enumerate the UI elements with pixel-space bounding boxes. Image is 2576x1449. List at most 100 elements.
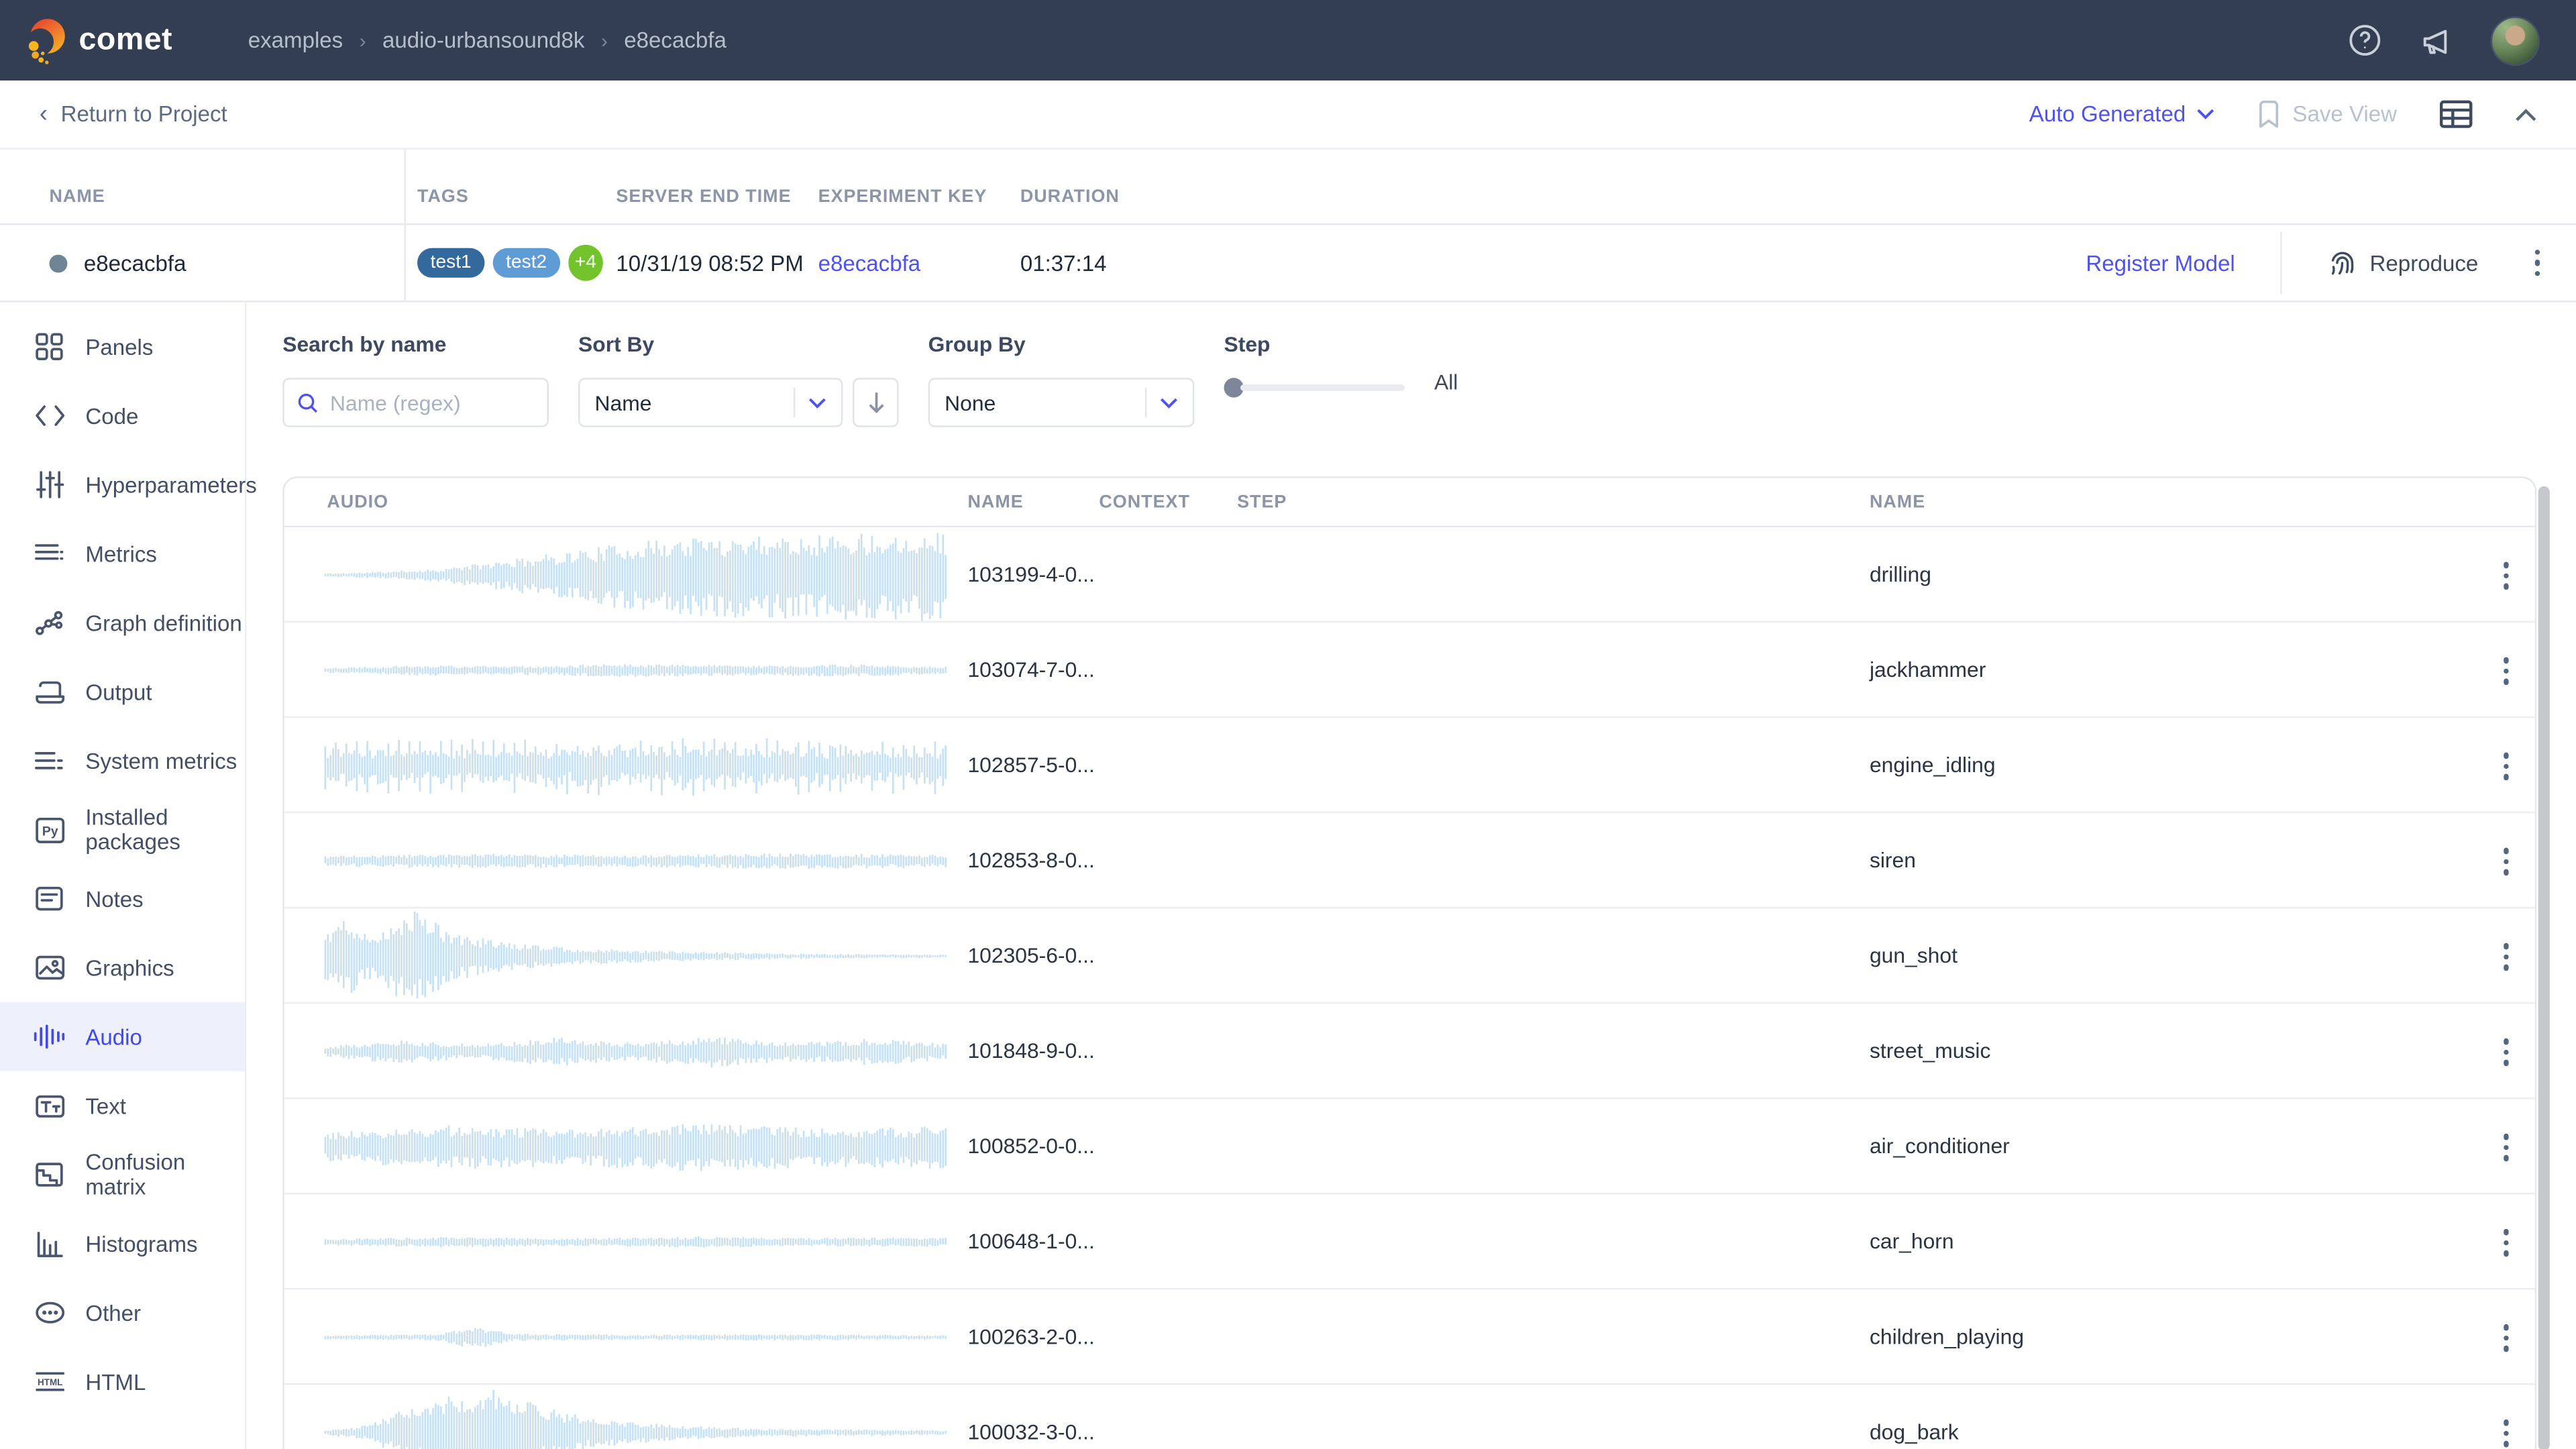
bookmark-icon (2258, 100, 2281, 128)
hyperparameters-icon (33, 468, 66, 501)
sidebar-item-hyperparameters[interactable]: Hyperparameters (0, 450, 245, 519)
chevron-up-icon[interactable] (2515, 107, 2536, 121)
sidebar-item-metrics[interactable]: Metrics (0, 519, 245, 588)
content-area: PanelsCodeHyperparametersMetricsGraph de… (0, 303, 2576, 1449)
breadcrumb-workspace[interactable]: examples (248, 28, 343, 53)
divider (1145, 388, 1146, 417)
fingerprint-icon (2328, 249, 2357, 277)
sidebar-item-code[interactable]: Code (0, 381, 245, 450)
sidebar-item-label: Installed packages (85, 805, 245, 854)
toolbar-right-actions: Auto Generated Save View (2029, 100, 2536, 128)
group-by-label: Group By (928, 332, 1195, 357)
audio-waveform[interactable] (323, 1387, 948, 1449)
sidebar-item-audio[interactable]: Audio (0, 1002, 245, 1071)
row-menu-button[interactable] (2496, 1127, 2515, 1167)
audio-controls: Search by name Sort By Name (282, 332, 1458, 427)
sidebar-item-html[interactable]: HTMLHTML (0, 1347, 245, 1416)
sort-by-select[interactable]: Name (578, 378, 843, 427)
audio-waveform[interactable] (323, 625, 948, 716)
return-to-project-label: Return to Project (61, 102, 227, 127)
user-avatar[interactable] (2491, 15, 2540, 64)
audio-waveform[interactable] (323, 815, 948, 907)
row-menu-button[interactable] (2496, 841, 2515, 881)
row-menu-button[interactable] (2496, 1413, 2515, 1449)
breadcrumb-experiment[interactable]: e8ecacbfa (624, 28, 727, 53)
audio-waveform[interactable] (323, 1196, 948, 1288)
experiment-key-link[interactable]: e8ecacbfa (818, 250, 921, 275)
sidebar-item-graph-definition[interactable]: Graph definition (0, 588, 245, 657)
row-menu-button[interactable] (2496, 555, 2515, 596)
sidebar-item-graphics[interactable]: Graphics (0, 933, 245, 1002)
audio-waveform[interactable] (323, 910, 948, 1002)
comet-logo[interactable]: comet (23, 15, 172, 64)
sidebar-item-label: Graphics (85, 955, 174, 980)
audio-file-name: 101848-9-0... (967, 1038, 1094, 1063)
audio-waveform[interactable] (323, 529, 948, 621)
save-view-button[interactable]: Save View (2258, 100, 2397, 128)
announcements-icon[interactable] (2418, 22, 2455, 58)
vertical-scrollbar[interactable] (2538, 486, 2550, 1449)
chevron-down-icon (1160, 396, 1178, 408)
reproduce-label: Reproduce (2370, 250, 2479, 275)
return-to-project-button[interactable]: ‹ Return to Project (40, 100, 227, 128)
step-slider[interactable] (1224, 378, 1404, 397)
row-menu-button[interactable] (2496, 1318, 2515, 1358)
row-menu-button[interactable] (2496, 936, 2515, 977)
sidebar-item-label: Text (85, 1093, 126, 1118)
audio-waveform[interactable] (323, 1101, 948, 1193)
breadcrumb-separator-icon: › (360, 29, 366, 52)
audio-row: 102853-8-0...siren (284, 813, 2535, 908)
sidebar-item-installed-packages[interactable]: PyInstalled packages (0, 795, 245, 864)
experiment-menu-button[interactable] (2528, 243, 2546, 283)
audio-tab-panel: Search by name Sort By Name (246, 303, 2576, 1449)
tag-pill[interactable]: test2 (493, 248, 560, 278)
step-label: Step (1224, 332, 1404, 357)
audio-waveform[interactable] (323, 1006, 948, 1097)
sidebar-item-notes[interactable]: Notes (0, 864, 245, 933)
arrow-down-icon (867, 391, 885, 414)
audio-waveform[interactable] (323, 1291, 948, 1383)
tag-pill[interactable]: test1 (417, 248, 484, 278)
sort-direction-button[interactable] (853, 378, 899, 427)
audio-file-name: 103074-7-0... (967, 657, 1094, 682)
svg-text:HTML: HTML (37, 1377, 62, 1387)
sidebar-item-system-metrics[interactable]: System metrics (0, 726, 245, 795)
view-selector-dropdown[interactable]: Auto Generated (2029, 102, 2216, 127)
table-layout-icon[interactable] (2440, 100, 2473, 128)
audio-file-name: 100032-3-0... (967, 1419, 1094, 1444)
experiment-row-actions: Register Model Reproduce (2086, 231, 2576, 294)
other-icon (33, 1296, 66, 1329)
reproduce-button[interactable]: Reproduce (2328, 249, 2478, 277)
audio-file-name: 103199-4-0... (967, 562, 1094, 587)
sidebar-item-other[interactable]: Other (0, 1278, 245, 1347)
audio-row: 100263-2-0...children_playing (284, 1289, 2535, 1385)
row-menu-button[interactable] (2496, 746, 2515, 786)
breadcrumb: examples › audio-urbansound8k › e8ecacbf… (248, 28, 727, 53)
register-model-button[interactable]: Register Model (2086, 250, 2235, 275)
row-menu-button[interactable] (2496, 651, 2515, 691)
app-window: comet examples › audio-urbansound8k › e8… (0, 0, 2576, 1449)
row-menu-button[interactable] (2496, 1032, 2515, 1072)
sidebar-item-label: Histograms (85, 1232, 197, 1256)
row-menu-button[interactable] (2496, 1222, 2515, 1263)
chevron-down-icon (808, 396, 826, 408)
audio-row: 102857-5-0...engine_idling (284, 718, 2535, 813)
sidebar-item-output[interactable]: Output (0, 657, 245, 727)
column-header-server-end-time: SERVER END TIME (603, 186, 805, 206)
sidebar-item-label: Output (85, 680, 152, 704)
help-icon[interactable] (2346, 22, 2382, 58)
divider (794, 388, 795, 417)
sidebar-item-label: Confusion matrix (85, 1150, 245, 1199)
audio-waveform[interactable] (323, 720, 948, 812)
panels-icon (33, 330, 66, 363)
tags-more-badge[interactable]: +4 (568, 245, 603, 281)
group-by-select[interactable]: None (928, 378, 1195, 427)
sidebar-item-histograms[interactable]: Histograms (0, 1209, 245, 1278)
sidebar-item-text[interactable]: Text (0, 1071, 245, 1140)
sidebar-item-confusion-matrix[interactable]: Confusion matrix (0, 1140, 245, 1210)
search-input[interactable] (330, 390, 534, 415)
audio-category-name: gun_shot (1870, 943, 1957, 968)
sidebar-item-panels[interactable]: Panels (0, 312, 245, 381)
sidebar-item-label: System metrics (85, 749, 237, 773)
breadcrumb-project[interactable]: audio-urbansound8k (382, 28, 584, 53)
